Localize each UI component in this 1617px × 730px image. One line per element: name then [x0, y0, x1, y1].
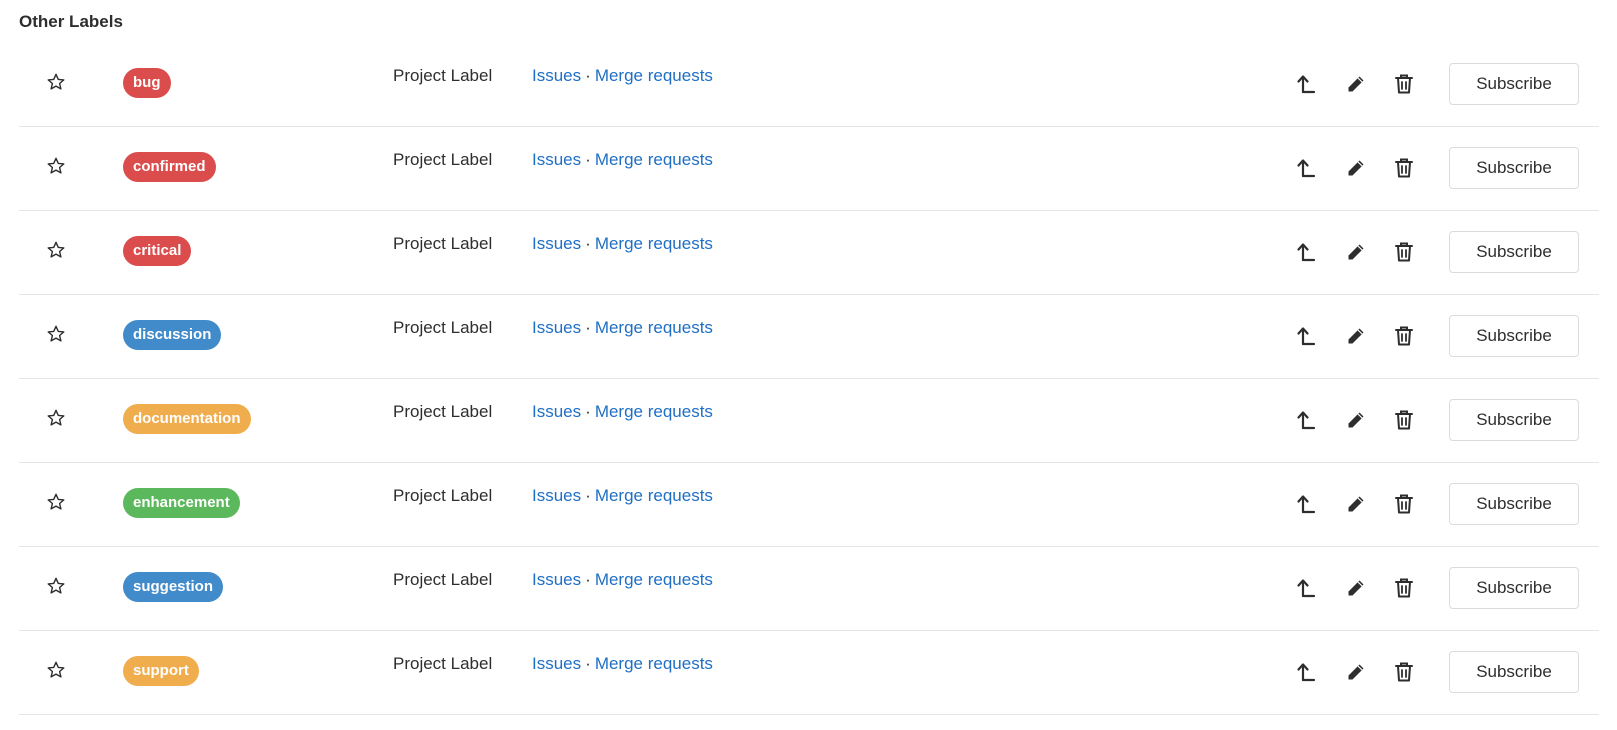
trash-icon[interactable]: [1392, 492, 1416, 516]
level-up-icon[interactable]: [1295, 324, 1319, 348]
issues-link[interactable]: Issues: [532, 318, 581, 337]
subscribe-button[interactable]: Subscribe: [1449, 63, 1579, 105]
label-row: discussion Project Label Issues · Merge re…: [19, 295, 1599, 379]
trash-icon[interactable]: [1392, 408, 1416, 432]
label-badge[interactable]: enhancement: [123, 488, 240, 518]
star-icon[interactable]: [46, 660, 66, 680]
level-up-icon[interactable]: [1295, 240, 1319, 264]
label-type: Project Label: [393, 234, 493, 253]
issues-link[interactable]: Issues: [532, 654, 581, 673]
subscribe-button[interactable]: Subscribe: [1449, 315, 1579, 357]
subscribe-button[interactable]: Subscribe: [1449, 483, 1579, 525]
merge-requests-link[interactable]: Merge requests: [595, 654, 713, 673]
label-badge[interactable]: support: [123, 656, 199, 686]
link-separator: ·: [585, 150, 591, 169]
merge-requests-link[interactable]: Merge requests: [595, 234, 713, 253]
star-icon[interactable]: [46, 324, 66, 344]
star-icon[interactable]: [46, 72, 66, 92]
label-badge[interactable]: documentation: [123, 404, 251, 434]
label-badge[interactable]: discussion: [123, 320, 222, 350]
link-separator: ·: [585, 66, 591, 85]
section-title: Other Labels: [19, 12, 123, 31]
link-separator: ·: [585, 402, 591, 421]
labels-page: Other Labels bug Project Label Issues · Me…: [0, 0, 1617, 730]
label-links: Issues · Merge requests: [532, 66, 713, 86]
label-row: critical Project Label Issues · Merge requ…: [19, 211, 1599, 295]
trash-icon[interactable]: [1392, 660, 1416, 684]
trash-icon[interactable]: [1392, 156, 1416, 180]
level-up-icon[interactable]: [1295, 156, 1319, 180]
subscribe-button[interactable]: Subscribe: [1449, 231, 1579, 273]
merge-requests-link[interactable]: Merge requests: [595, 486, 713, 505]
label-type: Project Label: [393, 150, 493, 169]
issues-link[interactable]: Issues: [532, 570, 581, 589]
star-icon[interactable]: [46, 240, 66, 260]
label-type: Project Label: [393, 486, 493, 505]
link-separator: ·: [585, 570, 591, 589]
issues-link[interactable]: Issues: [532, 486, 581, 505]
star-icon[interactable]: [46, 408, 66, 428]
level-up-icon[interactable]: [1295, 576, 1319, 600]
label-type: Project Label: [393, 654, 493, 673]
label-links: Issues · Merge requests: [532, 318, 713, 338]
pencil-icon[interactable]: [1344, 576, 1368, 600]
label-row: enhancement Project Label Issues · Merge r…: [19, 463, 1599, 547]
trash-icon[interactable]: [1392, 72, 1416, 96]
label-type: Project Label: [393, 570, 493, 589]
label-links: Issues · Merge requests: [532, 486, 713, 506]
link-separator: ·: [585, 318, 591, 337]
star-icon[interactable]: [46, 576, 66, 596]
label-links: Issues · Merge requests: [532, 402, 713, 422]
link-separator: ·: [585, 234, 591, 253]
issues-link[interactable]: Issues: [532, 402, 581, 421]
pencil-icon[interactable]: [1344, 240, 1368, 264]
star-icon[interactable]: [46, 492, 66, 512]
label-badge[interactable]: suggestion: [123, 572, 224, 602]
label-row: confirmed Project Label Issues · Merge req…: [19, 127, 1599, 211]
level-up-icon[interactable]: [1295, 660, 1319, 684]
merge-requests-link[interactable]: Merge requests: [595, 150, 713, 169]
trash-icon[interactable]: [1392, 240, 1416, 264]
merge-requests-link[interactable]: Merge requests: [595, 570, 713, 589]
issues-link[interactable]: Issues: [532, 234, 581, 253]
label-row: suggestion Project Label Issues · Merge re…: [19, 547, 1599, 631]
subscribe-button[interactable]: Subscribe: [1449, 651, 1579, 693]
link-separator: ·: [585, 486, 591, 505]
subscribe-button[interactable]: Subscribe: [1449, 147, 1579, 189]
pencil-icon[interactable]: [1344, 492, 1368, 516]
level-up-icon[interactable]: [1295, 408, 1319, 432]
label-row: bug Project Label Issues · Merge requests …: [19, 43, 1599, 127]
label-type: Project Label: [393, 318, 493, 337]
label-links: Issues · Merge requests: [532, 570, 713, 590]
label-badge[interactable]: confirmed: [123, 152, 216, 182]
pencil-icon[interactable]: [1344, 408, 1368, 432]
label-row: documentation Project Label Issues · Merge…: [19, 379, 1599, 463]
label-type: Project Label: [393, 402, 493, 421]
pencil-icon[interactable]: [1344, 324, 1368, 348]
label-badge[interactable]: critical: [123, 236, 192, 266]
label-badge[interactable]: bug: [123, 68, 171, 98]
label-links: Issues · Merge requests: [532, 150, 713, 170]
star-icon[interactable]: [46, 156, 66, 176]
subscribe-button[interactable]: Subscribe: [1449, 567, 1579, 609]
label-type: Project Label: [393, 66, 493, 85]
merge-requests-link[interactable]: Merge requests: [595, 318, 713, 337]
pencil-icon[interactable]: [1344, 660, 1368, 684]
pencil-icon[interactable]: [1344, 72, 1368, 96]
subscribe-button[interactable]: Subscribe: [1449, 399, 1579, 441]
merge-requests-link[interactable]: Merge requests: [595, 66, 713, 85]
issues-link[interactable]: Issues: [532, 66, 581, 85]
label-links: Issues · Merge requests: [532, 654, 713, 674]
issues-link[interactable]: Issues: [532, 150, 581, 169]
level-up-icon[interactable]: [1295, 72, 1319, 96]
level-up-icon[interactable]: [1295, 492, 1319, 516]
merge-requests-link[interactable]: Merge requests: [595, 402, 713, 421]
link-separator: ·: [585, 654, 591, 673]
trash-icon[interactable]: [1392, 324, 1416, 348]
trash-icon[interactable]: [1392, 576, 1416, 600]
pencil-icon[interactable]: [1344, 156, 1368, 180]
label-list: bug Project Label Issues · Merge requests …: [19, 43, 1599, 715]
label-links: Issues · Merge requests: [532, 234, 713, 254]
label-row: support Project Label Issues · Merge reque…: [19, 631, 1599, 715]
